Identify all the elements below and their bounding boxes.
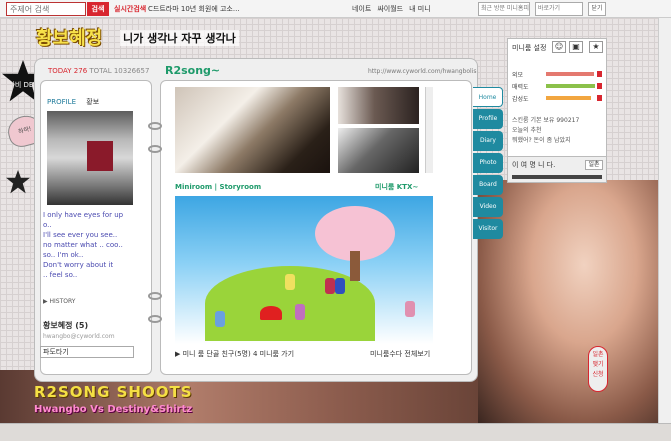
tab-diary[interactable]: Diary	[473, 131, 503, 151]
profile-line: Don't worry about it	[43, 261, 114, 269]
plus-icon[interactable]	[597, 71, 602, 77]
profile-line: I only have eyes for up	[43, 211, 124, 219]
tab-photo[interactable]: Photo	[473, 153, 503, 173]
binder-ring	[148, 145, 162, 153]
home-url[interactable]: http://www.cyworld.com/hwangbolis	[368, 68, 477, 75]
status-title: 미니룸 설정	[512, 44, 547, 52]
stat-bar-sense	[546, 96, 591, 100]
wave-text: 이 여 명 니 다.	[512, 161, 556, 169]
brand-subtitle: Hwangbo Vs Destiny&Shirtz	[34, 404, 193, 415]
binder-ring	[148, 292, 162, 300]
stat-label: 매력도	[512, 84, 529, 91]
recommend-info[interactable]: 오늘의 추천	[512, 125, 542, 134]
profile-line: no matter what .. coo..	[43, 241, 123, 249]
miniroom-title: 미니룸 KTX~	[375, 183, 419, 191]
miniroom-trunk	[350, 251, 360, 281]
plus-icon[interactable]	[597, 83, 602, 89]
avatar[interactable]	[215, 311, 225, 327]
profile-line: I'll see ever you see..	[43, 231, 118, 239]
music-player-bar[interactable]	[512, 175, 602, 179]
miniroom-tab[interactable]: Miniroom | Storyroom	[175, 183, 261, 191]
status-message: 뭐했어? 돈이 좀 남았지	[512, 137, 571, 144]
profile-line: .. feel so..	[43, 271, 78, 279]
deco-slogan: 니가 생각나 자꾸 생각나	[120, 30, 239, 46]
tab-profile[interactable]: Profile	[473, 109, 503, 129]
profile-email: hwangbo@cyworld.com	[43, 333, 115, 340]
stat-label: 감성도	[512, 96, 529, 103]
photo-thumb-1[interactable]	[338, 87, 419, 124]
miniroom-scene[interactable]	[175, 196, 433, 344]
shortcut-select[interactable]: 바로가기	[535, 2, 583, 16]
avatar[interactable]	[335, 278, 345, 294]
miniroom-mushroom	[260, 306, 282, 320]
link-nate[interactable]: 네이트	[352, 4, 371, 14]
close-button[interactable]: 닫기	[588, 2, 606, 16]
top-bar: 검색 실시간검색 C드트라마 10년 회원에 고소... 네이트 싸이월드 내 …	[0, 0, 671, 18]
photo-scrollbar[interactable]	[425, 87, 433, 173]
deco-title: 황보혜정	[36, 28, 103, 49]
page-scrollbar[interactable]	[658, 18, 671, 423]
tab-home[interactable]: Home	[473, 87, 503, 107]
plus-icon[interactable]	[597, 95, 602, 101]
news-ticker[interactable]: C드트라마 10년 회원에 고소...	[148, 4, 240, 14]
ilchon-request-badge[interactable]: 일촌 맺기 신청	[588, 346, 608, 392]
today-count: TODAY 276	[48, 67, 88, 75]
wave-select[interactable]: 파도타기	[40, 346, 134, 358]
friends-label[interactable]: 황보혜정 (5)	[43, 320, 88, 331]
stat-bar-looks	[546, 72, 594, 76]
photo-accent	[87, 141, 113, 171]
profile-photo	[47, 111, 133, 205]
profile-name[interactable]: 황보	[86, 98, 99, 106]
photo-thumb-2[interactable]	[338, 128, 419, 173]
background-photo	[478, 180, 671, 423]
stat-bar-charm	[546, 84, 595, 88]
binder-ring	[148, 122, 162, 130]
ilchon-button[interactable]: 일촌	[585, 160, 603, 170]
visit-counter: TODAY 276 TOTAL 10326657	[48, 67, 149, 75]
profile-line: so.. I'm ok..	[43, 251, 84, 259]
smiley-icon[interactable]: ☺	[552, 41, 566, 53]
tab-visitor[interactable]: Visitor	[473, 219, 503, 239]
star-icon[interactable]: ★	[589, 41, 603, 53]
recent-visit-select[interactable]: 최근 방문 미니홈피	[478, 2, 530, 16]
tab-board[interactable]: Board	[473, 175, 503, 195]
search-input[interactable]	[6, 2, 86, 16]
avatar[interactable]	[405, 301, 415, 317]
profile-label: PROFILE	[47, 98, 77, 106]
link-my-mini[interactable]: 내 미니	[409, 4, 431, 14]
miniroom-chat-link[interactable]: 미니룸수다 전체보기	[370, 349, 430, 359]
status-bar	[0, 423, 671, 441]
profile-message: I only have eyes for up o.. I'll see eve…	[43, 210, 129, 280]
avatar[interactable]	[295, 304, 305, 320]
top-links: 네이트 싸이월드 내 미니	[352, 4, 431, 14]
profile-header: PROFILE 황보	[47, 97, 99, 107]
search-button[interactable]: 검색	[87, 2, 109, 16]
skin-info: 스킨룸 기본 보유 990217	[512, 117, 580, 124]
tab-video[interactable]: Video	[473, 197, 503, 217]
avatar[interactable]	[325, 278, 335, 294]
brand-title: R2SONG SHOOTS	[34, 383, 193, 401]
home-title: R2song~	[165, 64, 221, 77]
binder-ring	[148, 315, 162, 323]
photo-main[interactable]	[175, 87, 330, 173]
camera-icon[interactable]: ▣	[569, 41, 583, 53]
hot-search-label[interactable]: 실시간검색	[114, 4, 146, 14]
miniroom-friends[interactable]: ▶ 미니 룸 단골 친구(5명) 4 미니룸 가기	[175, 349, 294, 359]
link-cyworld[interactable]: 싸이월드	[377, 4, 403, 14]
stat-label: 외모	[512, 72, 524, 79]
history-link[interactable]: ▶ HISTORY	[43, 298, 75, 305]
avatar[interactable]	[285, 274, 295, 290]
total-count: TOTAL 10326657	[89, 67, 150, 75]
profile-line: o..	[43, 221, 52, 229]
